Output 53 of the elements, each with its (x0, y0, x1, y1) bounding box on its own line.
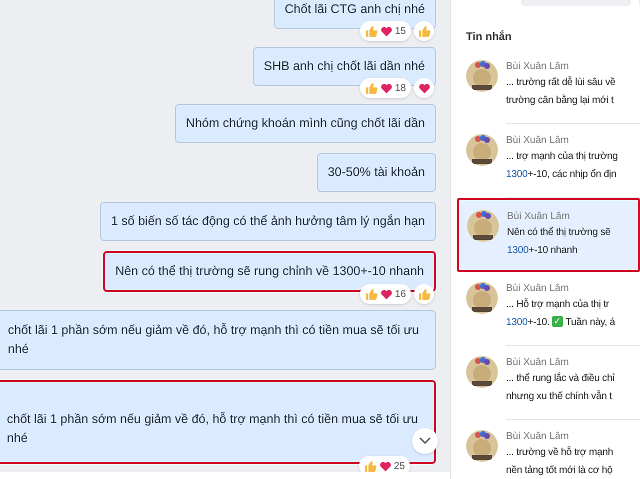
sender-name: Bùi Xuân Lâm (507, 210, 571, 224)
message-text: 30-50% tài khoản (328, 164, 425, 181)
sender-name: Bùi Xuân Lâm (506, 282, 570, 296)
reaction-count: 25 (394, 460, 405, 474)
reaction-summary[interactable]: 18 (360, 78, 411, 98)
section-heading: Tin nhắn (465, 29, 513, 45)
reaction-count: 18 (394, 82, 406, 96)
sender-name: Bùi Xuân Lâm (506, 430, 570, 444)
message-text: SHB anh chị chốt lãi dần nhé (264, 58, 425, 75)
snippet-line: 1300+-10 nhanh (507, 244, 578, 258)
reaction-count: 16 (394, 288, 406, 302)
reaction-count: 15 (394, 24, 406, 38)
message-text: chốt lãi 1 phần sớm nếu giảm về đó, hỗ trợ mạnh thì có tiền mua sẽ tối ưu nhé (6, 411, 418, 447)
reaction-summary[interactable]: 15 (360, 21, 411, 41)
snippet-line: nền tảng tốt mới là cơ hộ (506, 464, 613, 478)
heart-icon (380, 24, 393, 38)
my-reaction[interactable] (414, 78, 434, 98)
search-result[interactable]: Bùi Xuân Lâm ... trường rất dễ lùi sâu về trường cân bằng lại mới t (451, 50, 640, 124)
search-result[interactable]: Bùi Xuân Lâm ... trường về hỗ trợ mạnh nền tảng tốt mới là cơ hộ (451, 420, 640, 479)
thumbs-up-icon (418, 24, 430, 38)
heart-icon (418, 82, 430, 94)
snippet-line: nhưng xu thế chính vẫn t (506, 389, 612, 404)
sender-name: Bùi Xuân Lâm (506, 60, 570, 74)
snippet-line: Nên có thể thị trường sẽ (507, 226, 611, 240)
snippet-line: ... trợ mạnh của thị trường (506, 150, 618, 164)
search-result[interactable]: Bùi Xuân Lâm ... thể rung lắc và điều chỉ nhưng xu thế chính vẫn t (451, 346, 640, 420)
snippet-line: ... trường rất dễ lùi sâu về (506, 75, 616, 90)
reaction-summary[interactable]: 16 (360, 284, 411, 304)
message-text: Nên có thể thị trường sẽ rung chỉnh về 1300+-10 nhanh (115, 263, 424, 280)
snippet-line: ... Hỗ trợ mạnh của thị tr (506, 297, 610, 312)
message-text: Nhóm chứng khoán mình cũng chốt lãi dần (186, 115, 425, 132)
heart-icon (380, 288, 393, 300)
heart-icon (378, 460, 392, 472)
heart-icon (380, 82, 393, 94)
message-text: 1 số biến số tác động có thể ảnh hưởng tâm lý ngắn hạn (110, 213, 425, 230)
snippet-line: ... trường về hỗ trợ mạnh (506, 445, 614, 460)
thumbs-up-icon (364, 460, 377, 472)
thumbs-up-icon (364, 288, 378, 300)
snippet-line: trường cân bằng lại mới t (506, 93, 614, 108)
search-result[interactable]: Bùi Xuân Lâm ... trợ mạnh của thị trường 1300+-10, các nhịp ổn địn (451, 124, 640, 198)
snippet-line: ... thể rung lắc và điều chỉ (506, 371, 614, 386)
thumbs-up-icon (364, 24, 378, 38)
sender-name: Bùi Xuân Lâm (506, 134, 570, 148)
sender-name: Bùi Xuân Lâm (506, 356, 570, 370)
snippet-line: 1300+-10. ✓ Tuần này, á (506, 315, 616, 330)
chevron-down-icon (419, 437, 431, 445)
thumbs-up-icon (364, 82, 378, 94)
message-text: Chốt lãi CTG anh chị nhé (284, 1, 425, 18)
message-text: chốt lãi 1 phần sớm nếu giảm về đó, hỗ trợ mạnh thì có tiền mua sẽ tối ưu nhé (8, 322, 419, 358)
thumbs-up-icon (418, 288, 430, 300)
search-result[interactable]: Bùi Xuân Lâm ... Hỗ trợ mạnh của thị tr 1300+-10. ✓ Tuần này, á (451, 272, 640, 346)
search-result[interactable]: Bùi Xuân Lâm Nên có thể thị trường sẽ 1300+-10 nhanh (457, 198, 640, 272)
snippet-line: 1300+-10, các nhịp ổn địn (506, 168, 616, 182)
